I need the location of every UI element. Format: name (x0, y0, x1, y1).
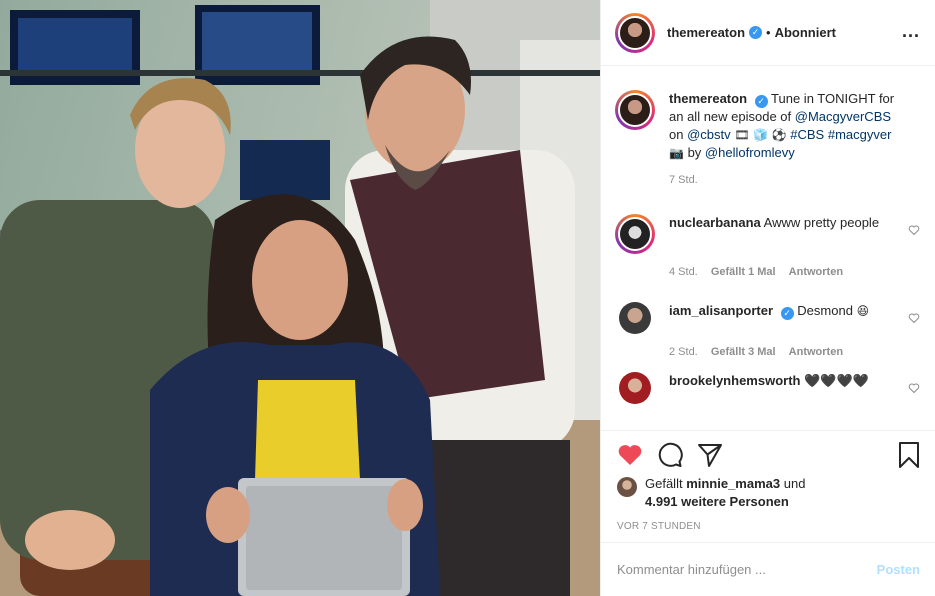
verified-badge-icon: ✓ (780, 307, 794, 320)
header-separator: • (766, 25, 771, 40)
reply-button[interactable]: Antworten (789, 266, 843, 278)
film-emoji-icon: 🎞 (734, 128, 750, 142)
heart-filled-icon[interactable] (617, 443, 643, 467)
mention-link[interactable]: @MacgyverCBS (795, 109, 891, 124)
paper-plane-icon[interactable] (697, 442, 723, 468)
caption-username[interactable]: themereaton (669, 91, 747, 106)
photo-illustration (0, 0, 600, 596)
post-timestamp: VOR 7 STUNDEN (617, 521, 701, 532)
bookmark-icon[interactable] (897, 441, 921, 469)
comment-avatar[interactable] (615, 214, 655, 254)
comment-text: Awww pretty people (763, 215, 880, 230)
laughing-emoji-icon: 😆 (856, 304, 870, 318)
cube-emoji-icon: 🧊 (753, 128, 769, 142)
caption-avatar[interactable] (615, 90, 655, 130)
caption-time: 7 Std. (669, 174, 698, 186)
comment-like-heart-icon[interactable] (908, 312, 920, 324)
comment-username[interactable]: brookelynhemsworth (669, 373, 800, 388)
comment-like-heart-icon[interactable] (908, 382, 920, 394)
comment-bubble-icon[interactable] (657, 442, 683, 468)
caption: themereaton ✓ Tune in TONIGHT for an all… (615, 90, 920, 186)
reply-button[interactable]: Antworten (789, 346, 843, 358)
post-header: themereaton ✓ • Abonniert ... (601, 0, 935, 66)
add-comment-bar: Posten (601, 542, 935, 596)
comment-item: iam_alisanporter ✓ Desmond 😆 2 Std. Gefä… (615, 302, 920, 358)
comment-username[interactable]: nuclearbanana (669, 215, 761, 230)
post-photo[interactable] (0, 0, 600, 596)
post-actions: Gefällt minnie_mama3 und 4.991 weitere P… (601, 430, 935, 542)
profile-avatar[interactable] (615, 12, 655, 53)
comment-item: nuclearbanana Awww pretty people 4 Std. … (615, 214, 920, 278)
follow-status-button[interactable]: Abonniert (775, 25, 836, 40)
mention-link[interactable]: @hellofromlevy (705, 145, 795, 160)
hashtag-link[interactable]: #macgyver (828, 127, 892, 142)
comment-username[interactable]: iam_alisanporter (669, 303, 773, 318)
liker-avatar[interactable] (617, 477, 637, 497)
post-comment-button[interactable]: Posten (877, 562, 920, 577)
comment-likes-link[interactable]: Gefällt 1 Mal (711, 266, 776, 278)
more-options-icon[interactable]: ... (902, 22, 920, 40)
caption-text: by (683, 145, 705, 160)
likes-others-link[interactable]: 4.991 weitere Personen (645, 494, 789, 509)
liker-username[interactable]: minnie_mama3 (686, 476, 780, 491)
comment-item: brookelynhemsworth 🖤🖤🖤🖤 (615, 372, 920, 404)
caption-text: on (669, 127, 688, 142)
instagram-post: themereaton ✓ • Abonniert ... themereato… (0, 0, 935, 596)
mention-link[interactable]: @cbstv (687, 127, 731, 142)
comment-avatar[interactable] (619, 372, 651, 404)
likes-and: und (780, 476, 806, 491)
likes-summary: Gefällt minnie_mama3 und 4.991 weitere P… (617, 475, 805, 511)
comment-time: 2 Std. (669, 346, 698, 358)
comment-input[interactable] (617, 562, 877, 577)
verified-badge-icon: ✓ (749, 26, 763, 39)
comment-likes-link[interactable]: Gefällt 3 Mal (711, 346, 776, 358)
hashtag-link[interactable]: #CBS (790, 127, 824, 142)
soccer-ball-emoji-icon: ⚽ (771, 128, 787, 142)
header-username[interactable]: themereaton (667, 25, 745, 40)
comment-text: Desmond (797, 303, 853, 318)
comment-text: 🖤🖤🖤🖤 (804, 373, 869, 388)
post-side-panel: themereaton ✓ • Abonniert ... themereato… (600, 0, 935, 596)
comment-like-heart-icon[interactable] (908, 224, 920, 236)
comment-avatar[interactable] (619, 302, 651, 334)
likes-prefix: Gefällt (645, 476, 687, 491)
comment-time: 4 Std. (669, 266, 698, 278)
comments-list[interactable]: themereaton ✓ Tune in TONIGHT for an all… (601, 66, 935, 430)
verified-badge-icon: ✓ (754, 95, 768, 108)
camera-emoji-icon: 📷 (669, 146, 684, 160)
